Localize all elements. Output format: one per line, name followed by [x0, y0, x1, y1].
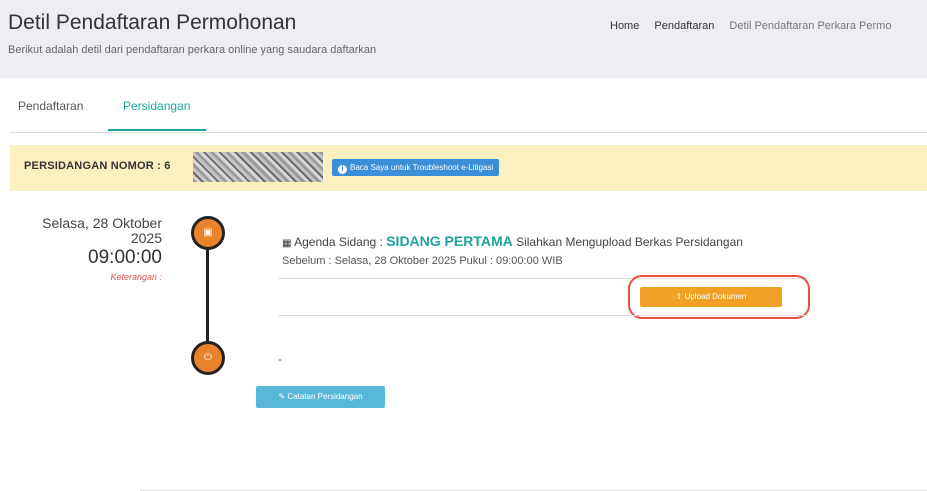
- case-number-banner: PERSIDANGAN NOMOR : 6 i Baca Saya untuk T…: [10, 145, 927, 191]
- second-session-entry: -: [278, 352, 282, 366]
- timeline-line: [206, 237, 209, 342]
- divider: [278, 315, 808, 316]
- calendar-icon: ▦: [282, 238, 292, 249]
- case-number-label: PERSIDANGAN NOMOR : 6: [24, 160, 171, 172]
- page-subtitle: Berikut adalah detil dari pendaftaran pe…: [8, 44, 377, 56]
- breadcrumb: Home Pendaftaran Detil Pendaftaran Perka…: [610, 20, 903, 32]
- upload-deadline: Sebelum : Selasa, 28 Oktober 2025 Pukul …: [282, 255, 563, 267]
- breadcrumb-current: Detil Pendaftaran Perkara Permo: [729, 20, 892, 32]
- session-time: 09:00:00: [88, 247, 162, 268]
- agenda-instruction: Silahkan Mengupload Berkas Persidangan: [516, 235, 743, 249]
- agenda-prefix: Agenda Sidang :: [294, 235, 383, 249]
- tab-persidangan[interactable]: Persidangan: [123, 99, 190, 113]
- notes-button-label: Catatan Persidangan: [287, 392, 363, 401]
- power-icon: ⏻: [191, 341, 225, 375]
- help-button-label: Baca Saya untuk Troubleshoot e-Litigasi: [350, 163, 494, 172]
- edit-icon: ✎: [278, 392, 286, 401]
- agenda-name: SIDANG PERTAMA: [386, 233, 513, 249]
- session-date-block: Selasa, 28 Oktober 2025 09:00:00 Keteran…: [20, 215, 162, 283]
- session-date: Selasa, 28 Oktober 2025: [42, 215, 162, 246]
- page-header: Detil Pendaftaran Permohonan Berikut ada…: [0, 0, 927, 78]
- redacted-case-number: [193, 152, 323, 182]
- highlight-annotation: [628, 275, 810, 319]
- page-title: Detil Pendaftaran Permohonan: [8, 11, 297, 34]
- session-keterangan: Keterangan :: [110, 272, 162, 282]
- breadcrumb-pendaftaran[interactable]: Pendaftaran: [654, 20, 714, 32]
- breadcrumb-home[interactable]: Home: [610, 20, 639, 32]
- session-notes-button[interactable]: ✎ Catatan Persidangan: [256, 386, 385, 408]
- troubleshoot-help-button[interactable]: i Baca Saya untuk Troubleshoot e-Litigasi: [332, 159, 500, 176]
- tab-bar: Pendaftaran Persidangan: [10, 80, 927, 133]
- calendar-icon: ▣: [191, 216, 225, 250]
- session-agenda: ▦ Agenda Sidang : SIDANG PERTAMA Silahka…: [282, 233, 743, 249]
- active-tab-indicator: [108, 129, 206, 131]
- info-icon: i: [338, 165, 347, 174]
- tab-pendaftaran[interactable]: Pendaftaran: [18, 99, 83, 113]
